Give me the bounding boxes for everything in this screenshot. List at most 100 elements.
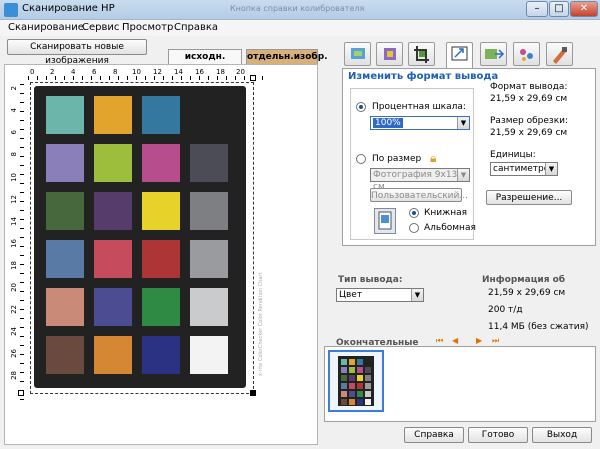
ruler-left: 2 4 6 8 10 12 14 16 18 20 22 24 26 28 — [10, 84, 24, 400]
maximize-button[interactable]: □ — [549, 1, 569, 17]
chart-label: x-rite ColorChecker Color Rendition Char… — [258, 272, 264, 376]
thumb-patch — [357, 399, 363, 405]
ruler-top-ticks — [28, 76, 268, 80]
thumb-patch — [349, 399, 355, 405]
first-icon[interactable]: ⏮ — [436, 336, 443, 346]
scan-image-icon[interactable] — [344, 42, 371, 66]
by-size-label: По размер — [372, 154, 422, 164]
resize-icon-svg — [451, 46, 468, 61]
thumb-patch — [349, 383, 355, 389]
info-dpi: 200 т/д — [488, 305, 523, 315]
units-combo[interactable]: сантиметро ▼ — [490, 162, 558, 176]
color-adjust-icon[interactable] — [376, 42, 403, 66]
ruler-top-label: 4 — [71, 68, 76, 76]
menu-service[interactable]: Сервис — [82, 22, 119, 33]
section-title: Изменить формат вывода — [348, 71, 499, 82]
ruler-top-label: 16 — [195, 68, 204, 76]
chevron-down-icon[interactable]: ▼ — [411, 289, 423, 301]
thumb-patch — [357, 359, 363, 365]
portrait-radio[interactable] — [409, 208, 419, 218]
help-button[interactable]: Справка — [404, 427, 464, 443]
sharpen-icon[interactable] — [546, 42, 573, 66]
thumb-patch — [349, 367, 355, 373]
chevron-down-icon[interactable]: ▼ — [545, 163, 557, 175]
ruler-left-label: 12 — [10, 195, 18, 204]
ruler-top-label: 0 — [30, 68, 35, 76]
info-memory: 11,4 МБ (без сжатия) — [488, 322, 589, 332]
ruler-left-label: 8 — [10, 152, 18, 157]
ruler-left-label: 18 — [10, 261, 18, 270]
final-thumbnail[interactable] — [328, 350, 384, 412]
thumb-patch — [365, 383, 371, 389]
thumb-patch — [365, 367, 371, 373]
thumb-patch — [365, 375, 371, 381]
portrait-label: Книжная — [424, 208, 468, 218]
resize-icon[interactable] — [446, 42, 473, 69]
output-type-value: Цвет — [339, 290, 363, 300]
ruler-left-label: 22 — [10, 305, 18, 314]
output-format-label: Формат вывода: — [490, 82, 568, 92]
done-button[interactable]: Готово — [468, 427, 528, 443]
percent-scale-radio[interactable] — [356, 102, 366, 112]
units-label: Единицы: — [490, 150, 536, 160]
ruler-left-label: 14 — [10, 217, 18, 226]
ruler-left-label: 26 — [10, 349, 18, 358]
output-type-combo[interactable]: Цвет ▼ — [336, 288, 424, 302]
thumb-patch — [349, 391, 355, 397]
units-value: сантиметро — [493, 164, 550, 174]
percent-scale-combo[interactable]: 100% ▼ — [370, 116, 470, 130]
crop-handle-top-right[interactable] — [250, 75, 256, 81]
output-icon[interactable] — [480, 42, 507, 66]
thumb-patch — [357, 367, 363, 373]
ruler-top: 0 2 4 6 8 10 12 14 16 18 20 — [28, 68, 268, 80]
crop-handle-bottom-right[interactable] — [250, 390, 256, 396]
settings-icon[interactable] — [513, 42, 540, 66]
info-size: 21,59 x 29,69 см — [488, 288, 566, 298]
crop-handle-bottom-left[interactable] — [18, 390, 24, 396]
landscape-label: Альбомная — [424, 223, 476, 233]
ruler-left-label: 16 — [10, 239, 18, 248]
orientation-preview-svg — [378, 211, 392, 230]
lock-icon[interactable]: 🔒︎ — [430, 151, 436, 166]
ruler-top-label: 8 — [113, 68, 118, 76]
by-size-radio[interactable] — [356, 154, 366, 164]
ruler-top-label: 14 — [174, 68, 183, 76]
chevron-down-icon[interactable]: ▼ — [457, 117, 469, 129]
ruler-top-label: 20 — [236, 68, 245, 76]
thumb-patch — [341, 367, 347, 373]
background-caption: Кнопка справки колибрователя — [230, 4, 365, 13]
percent-scale-value: 100% — [373, 118, 403, 128]
last-icon[interactable]: ⏭ — [492, 336, 499, 346]
close-button[interactable]: ✕ — [570, 1, 598, 17]
crop-icon[interactable] — [408, 42, 435, 66]
thumb-patch — [341, 359, 347, 365]
menu-scan[interactable]: Сканирование — [8, 22, 84, 33]
scan-image-icon-svg — [351, 48, 365, 59]
crop-icon-svg — [414, 46, 429, 63]
thumb-patch — [349, 375, 355, 381]
ruler-left-label: 28 — [10, 371, 18, 380]
size-combo: Фотография 9x13 см ▼ — [370, 168, 470, 192]
color-adjust-icon-svg — [384, 48, 396, 60]
sharpen-icon-svg — [553, 47, 567, 64]
ruler-top-label: 18 — [216, 68, 225, 76]
crop-frame[interactable] — [30, 82, 254, 394]
tab-separate-image[interactable]: отдельн.изобр. — [246, 49, 328, 65]
menu-view[interactable]: Просмотр — [122, 22, 173, 33]
tab-original-image[interactable]: исходн. изобр. — [168, 49, 242, 77]
thumb-patch — [349, 359, 355, 365]
resolution-button[interactable]: Разрешение... — [486, 190, 572, 205]
menu-bar: Сканирование Сервис Просмотр Справка — [0, 20, 600, 36]
scan-new-images-button[interactable]: Сканировать новые изображения — [7, 39, 147, 66]
menu-help[interactable]: Справка — [174, 22, 218, 33]
exit-button[interactable]: Выход — [532, 427, 592, 443]
ruler-top-label: 12 — [153, 68, 162, 76]
ruler-left-label: 24 — [10, 327, 18, 336]
minimize-button[interactable]: – — [526, 1, 548, 17]
ruler-top-label: 2 — [50, 68, 55, 76]
landscape-radio[interactable] — [409, 223, 419, 233]
next-icon[interactable]: ▶ — [476, 336, 482, 345]
ruler-left-label: 4 — [10, 108, 18, 113]
window-title: Сканирование HP — [22, 3, 115, 14]
prev-icon[interactable]: ◀ — [452, 336, 458, 345]
